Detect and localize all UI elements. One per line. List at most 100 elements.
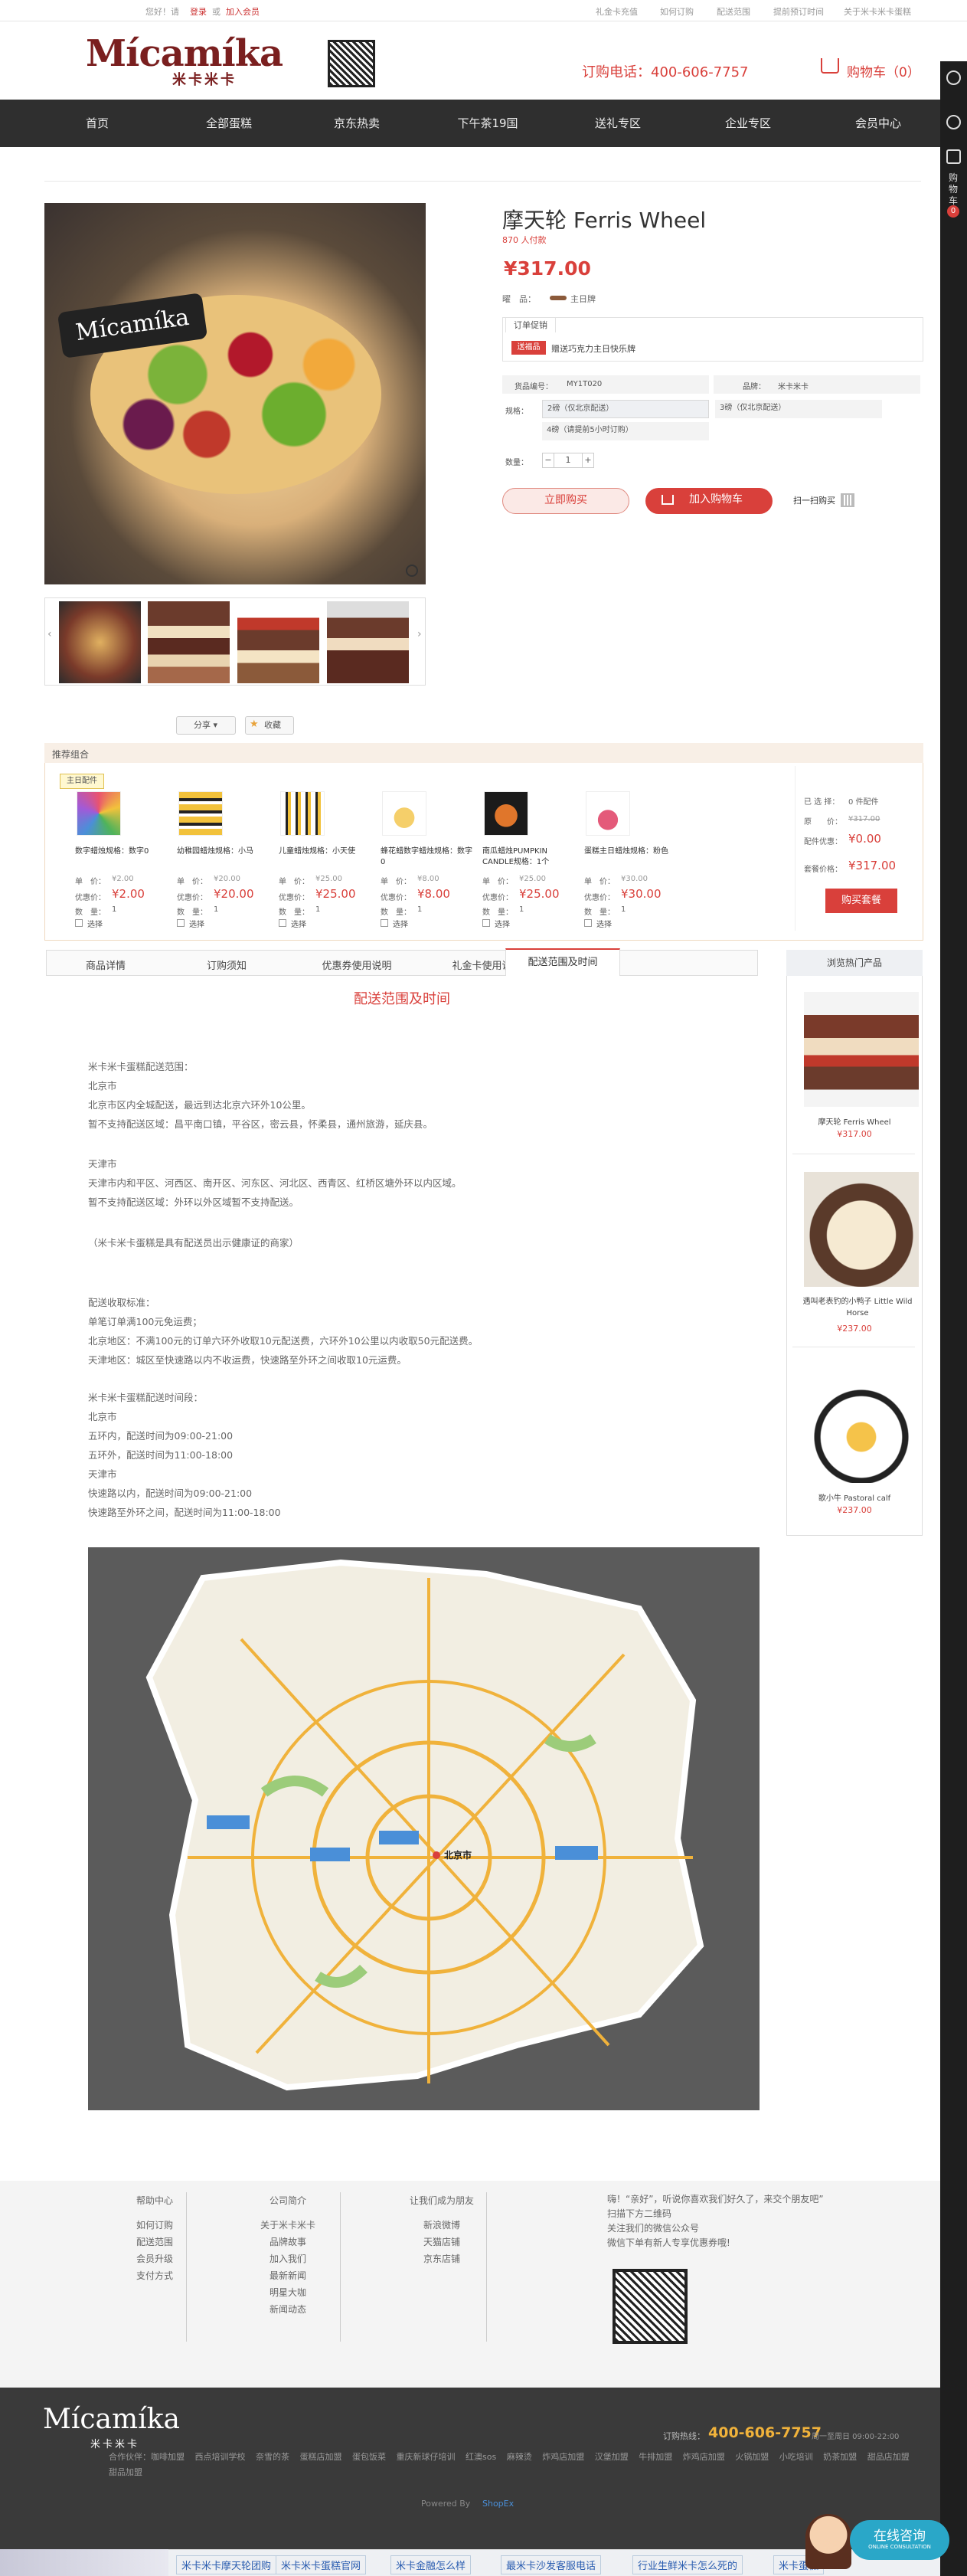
- partner-link[interactable]: 小吃培训: [779, 2452, 813, 2462]
- hot-product-image[interactable]: [804, 1172, 919, 1287]
- thumbnail[interactable]: [59, 601, 141, 683]
- spec-option-4lb[interactable]: 4磅（请提前5小时订购）: [542, 422, 709, 440]
- qty-input[interactable]: 1: [554, 453, 582, 468]
- footer-link[interactable]: 最新新闻: [260, 2267, 315, 2284]
- select-checkbox[interactable]: [381, 919, 388, 927]
- nav-gifts[interactable]: 送礼专区: [564, 115, 671, 131]
- combo-item-image[interactable]: [382, 791, 426, 836]
- partner-link[interactable]: 红澳sos: [466, 2452, 496, 2462]
- hot-product-image[interactable]: [804, 992, 919, 1107]
- hot-product-image[interactable]: [804, 1368, 919, 1483]
- bottom-link[interactable]: 米卡米卡摩天轮团购: [176, 2555, 277, 2574]
- cart-icon[interactable]: [946, 149, 961, 164]
- partner-link[interactable]: 重庆新球仔培训: [397, 2452, 456, 2462]
- select-checkbox[interactable]: [279, 919, 286, 927]
- topbar-link-giftcard[interactable]: 礼金卡充值: [596, 5, 638, 18]
- user-icon[interactable]: [946, 70, 961, 85]
- topbar-link-delivery[interactable]: 配送范围: [717, 5, 750, 18]
- combo-item-image[interactable]: [178, 791, 223, 836]
- select-checkbox[interactable]: [177, 919, 185, 927]
- footer-link[interactable]: 京东店铺: [410, 2250, 474, 2267]
- footer-link[interactable]: 配送范围: [136, 2234, 173, 2250]
- footer-link[interactable]: 关于米卡米卡: [260, 2217, 315, 2234]
- combo-item-image[interactable]: [484, 791, 528, 836]
- cart-link[interactable]: 购物车（0）: [847, 61, 920, 80]
- footer-link[interactable]: 会员升级: [136, 2250, 173, 2267]
- select-checkbox[interactable]: [584, 919, 592, 927]
- consultant-avatar[interactable]: [805, 2514, 851, 2569]
- combo-item-name[interactable]: 蛋糕主日蜡烛规格：粉色: [584, 846, 676, 857]
- tab-details[interactable]: 商品详情: [48, 957, 163, 972]
- powered-brand[interactable]: ShopEx: [482, 2499, 514, 2509]
- nav-all-cakes[interactable]: 全部蛋糕: [175, 115, 283, 131]
- footer-link[interactable]: 支付方式: [136, 2267, 173, 2284]
- sidebar-cart-label[interactable]: 购物车: [949, 172, 959, 207]
- qty-decrease-button[interactable]: −: [542, 453, 554, 468]
- spec-option-2lb[interactable]: 2磅（仅北京配送）: [542, 400, 709, 418]
- spec-option-3lb[interactable]: 3磅（仅北京配送）: [715, 400, 882, 418]
- thumbnail[interactable]: [148, 601, 230, 683]
- topbar-link-howto[interactable]: 如何订购: [660, 5, 694, 18]
- share-button[interactable]: 分享 ▾: [176, 716, 236, 735]
- nav-enterprise[interactable]: 企业专区: [694, 115, 802, 131]
- footer-link[interactable]: 天猫店铺: [410, 2234, 474, 2250]
- tab-delivery[interactable]: 配送范围及时间: [505, 948, 620, 976]
- footer-link[interactable]: 新闻动态: [260, 2301, 315, 2318]
- login-link[interactable]: 登录: [190, 5, 207, 18]
- partner-link[interactable]: 西点培训学校: [195, 2452, 246, 2462]
- hot-product-name[interactable]: 摩天轮 Ferris Wheel: [786, 1115, 923, 1127]
- bottom-link[interactable]: 行业生鲜米卡怎么死的: [632, 2555, 743, 2574]
- buy-now-button[interactable]: 立即购买: [502, 488, 629, 514]
- footer-link[interactable]: 品牌故事: [260, 2234, 315, 2250]
- qr-small-icon[interactable]: [841, 493, 854, 507]
- partner-link[interactable]: 蛋包饭菜: [352, 2452, 386, 2462]
- combo-item-name[interactable]: 南瓜蜡烛PUMPKIN CANDLE规格：1个: [482, 846, 574, 868]
- thumb-next-icon[interactable]: ›: [417, 628, 423, 651]
- partner-link[interactable]: 麻辣烫: [507, 2452, 532, 2462]
- thumbnail[interactable]: [327, 601, 409, 683]
- partner-link[interactable]: 炸鸡店加盟: [683, 2452, 725, 2462]
- zoom-icon[interactable]: [406, 565, 418, 577]
- combo-item-name[interactable]: 幼稚园蜡烛规格：小马: [177, 846, 269, 857]
- promo-tab[interactable]: 订单促销: [505, 317, 556, 332]
- combo-item-name[interactable]: 蜂花蜡数字蜡烛规格：数字0: [381, 846, 472, 868]
- footer-link[interactable]: 新浪微博: [410, 2217, 474, 2234]
- partner-link[interactable]: 炸鸡店加盟: [542, 2452, 584, 2462]
- partner-link[interactable]: 奶茶加盟: [823, 2452, 857, 2462]
- topbar-link-preorder[interactable]: 提前预订时间: [773, 5, 824, 18]
- partner-link[interactable]: 火锅加盟: [735, 2452, 769, 2462]
- footer-link[interactable]: 明星大咖: [260, 2284, 315, 2301]
- qty-increase-button[interactable]: +: [582, 453, 594, 468]
- partner-link[interactable]: 牛排加盟: [639, 2452, 672, 2462]
- nav-home[interactable]: 首页: [44, 115, 151, 131]
- select-checkbox[interactable]: [482, 919, 490, 927]
- buy-combo-button[interactable]: 购买套餐: [825, 889, 897, 913]
- combo-item-name[interactable]: 数字蜡烛规格：数字0: [75, 846, 167, 857]
- select-checkbox[interactable]: [75, 919, 83, 927]
- combo-item-image[interactable]: [77, 791, 121, 836]
- partner-link[interactable]: 甜品加盟: [109, 2467, 142, 2477]
- hot-product-name[interactable]: 歌小牛 Pastoral calf: [786, 1491, 923, 1503]
- topbar-link-about[interactable]: 关于米卡米卡蛋糕: [844, 5, 911, 18]
- footer-logo[interactable]: Mícamíka: [43, 2404, 180, 2435]
- thumb-prev-icon[interactable]: ‹: [47, 628, 54, 651]
- nav-jd-hot[interactable]: 京东热卖: [303, 115, 410, 131]
- nav-member[interactable]: 会员中心: [825, 115, 932, 131]
- partner-link[interactable]: 汉堡加盟: [595, 2452, 629, 2462]
- partner-link[interactable]: 奈雪的茶: [256, 2452, 289, 2462]
- combo-item-image[interactable]: [280, 791, 325, 836]
- thumbnail[interactable]: [237, 601, 319, 683]
- nav-afternoon-tea[interactable]: 下午茶19国: [434, 115, 541, 131]
- partner-link[interactable]: 甜品店加盟: [867, 2452, 910, 2462]
- online-consult-button[interactable]: 在线咨询 ONLINE CONSULTATION: [850, 2520, 949, 2560]
- tab-coupon[interactable]: 优惠券使用说明: [299, 957, 414, 972]
- bottom-link[interactable]: 最米卡沙发客服电话: [501, 2555, 602, 2574]
- bottom-link[interactable]: 米卡金融怎么样: [390, 2555, 472, 2574]
- partner-link[interactable]: 蛋糕店加盟: [300, 2452, 342, 2462]
- combo-item-name[interactable]: 儿童蜡烛规格：小天使: [279, 846, 371, 857]
- gear-icon[interactable]: [946, 115, 961, 129]
- footer-link[interactable]: 加入我们: [260, 2250, 315, 2267]
- footer-link[interactable]: 如何订购: [136, 2217, 173, 2234]
- hot-product-name[interactable]: 遇叫老表钓的小鸭子 Little Wild Horse: [792, 1296, 923, 1319]
- register-link[interactable]: 加入会员: [226, 5, 260, 18]
